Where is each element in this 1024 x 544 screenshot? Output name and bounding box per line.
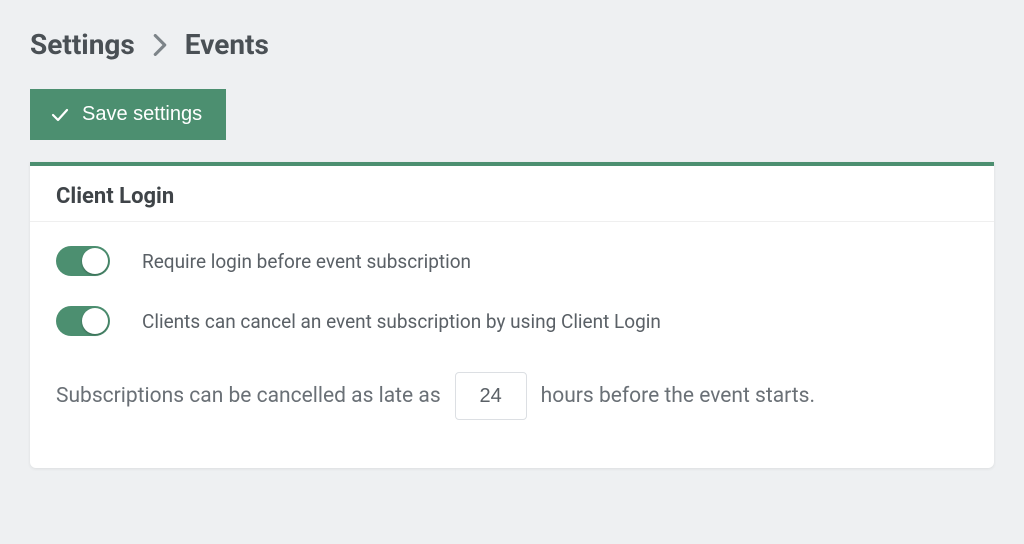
toggle-row-require-login: Require login before event subscription bbox=[56, 246, 968, 276]
toggle-client-cancel[interactable] bbox=[56, 306, 110, 336]
toggle-knob bbox=[82, 308, 108, 334]
cancel-hours-input[interactable] bbox=[455, 372, 527, 420]
card-body: Require login before event subscription … bbox=[30, 222, 994, 420]
save-button-label: Save settings bbox=[82, 103, 202, 126]
cancel-sentence-after: hours before the event starts. bbox=[541, 384, 815, 408]
card-header: Client Login bbox=[30, 166, 994, 222]
client-login-card: Client Login Require login before event … bbox=[30, 162, 994, 468]
cancel-deadline-row: Subscriptions can be cancelled as late a… bbox=[56, 372, 968, 420]
toggle-knob bbox=[82, 248, 108, 274]
card-title: Client Login bbox=[56, 184, 968, 209]
save-settings-button[interactable]: Save settings bbox=[30, 89, 226, 140]
breadcrumb: Settings Events bbox=[30, 28, 994, 61]
toggle-label-client-cancel: Clients can cancel an event subscription… bbox=[142, 310, 661, 333]
breadcrumb-root[interactable]: Settings bbox=[30, 28, 135, 61]
check-icon bbox=[50, 105, 70, 125]
toggle-require-login[interactable] bbox=[56, 246, 110, 276]
toggle-label-require-login: Require login before event subscription bbox=[142, 250, 471, 273]
toggle-row-client-cancel: Clients can cancel an event subscription… bbox=[56, 306, 968, 336]
cancel-sentence-before: Subscriptions can be cancelled as late a… bbox=[56, 384, 441, 408]
chevron-right-icon bbox=[153, 34, 167, 56]
breadcrumb-current: Events bbox=[185, 28, 269, 61]
